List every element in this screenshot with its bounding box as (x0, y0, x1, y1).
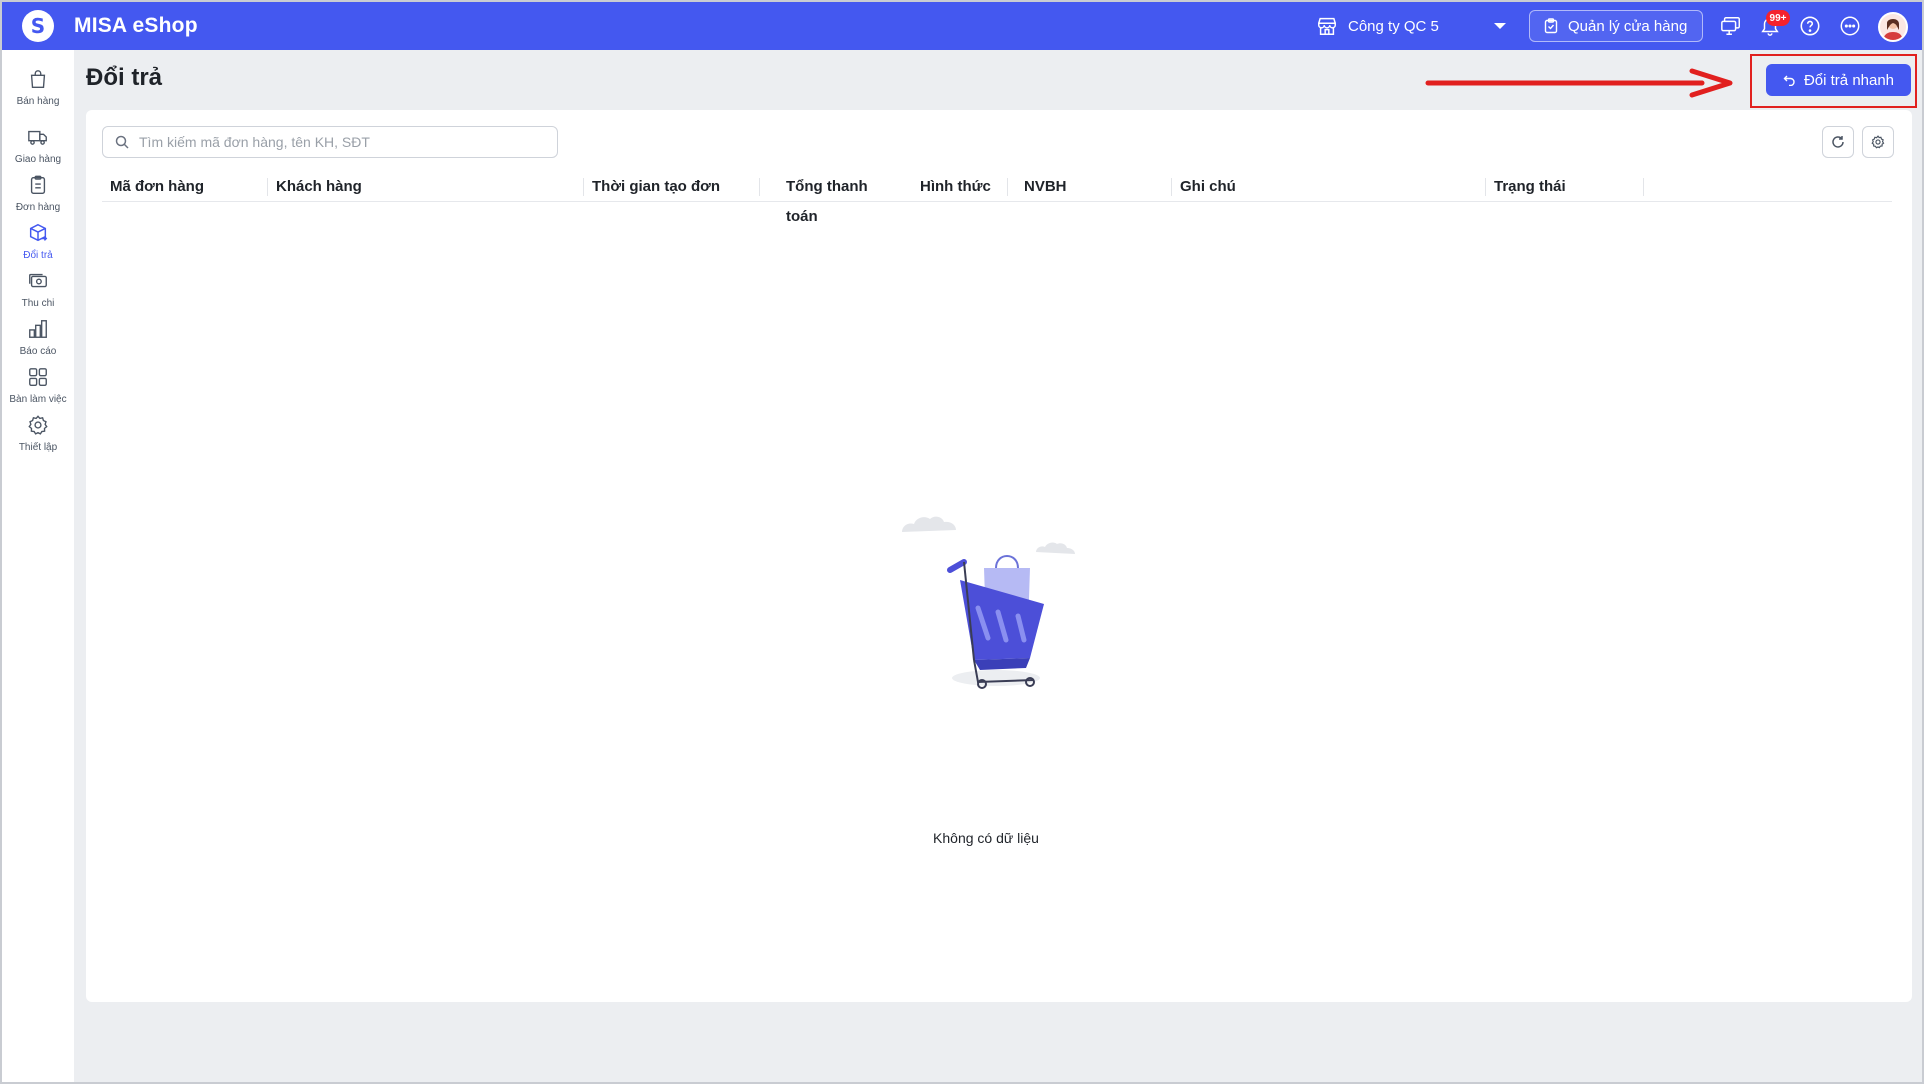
column-header-total-payment[interactable]: Tổng thanh toán (760, 172, 900, 225)
column-header-sales-staff[interactable]: NVBH (1016, 172, 1172, 202)
returns-panel: Mã đơn hàng Khách hàng Thời gian tạo đơn… (86, 110, 1912, 1002)
sidebar-item-label: Bán hàng (16, 96, 60, 107)
help-icon[interactable] (1799, 15, 1821, 37)
cash-icon (29, 273, 47, 288)
app-title: MISA eShop (74, 14, 198, 37)
return-arrow-icon (1783, 75, 1795, 86)
empty-cart-illustration (902, 516, 1075, 689)
store-management-button[interactable]: Quản lý cửa hàng (1529, 10, 1703, 42)
quick-return-label: Đổi trả nhanh (1803, 71, 1895, 89)
shopping-bag-icon (30, 70, 46, 88)
sidebar-item-label: Thiết lập (18, 442, 58, 453)
sidebar-item-returns[interactable]: Đổi trả (2, 220, 74, 272)
page-title: Đổi trả (86, 64, 163, 91)
search-icon (115, 135, 129, 149)
store-name: Công ty QC 5 (1348, 17, 1439, 35)
column-header-created-time[interactable]: Thời gian tạo đơn (584, 172, 760, 202)
empty-state-text: Không có dữ liệu (933, 830, 1039, 846)
clipboard-list-icon (30, 175, 46, 194)
user-avatar[interactable] (1878, 12, 1908, 42)
table-settings-button[interactable] (1862, 126, 1894, 158)
quick-return-button[interactable]: Đổi trả nhanh (1766, 64, 1911, 96)
return-box-icon (29, 223, 48, 242)
sidebar-item-label: Báo cáo (19, 346, 57, 357)
column-header-customer[interactable]: Khách hàng (268, 172, 584, 202)
search-box[interactable] (102, 126, 558, 158)
sidebar-item-sales[interactable]: Bán hàng (2, 66, 74, 118)
column-header-order-code[interactable]: Mã đơn hàng (102, 172, 268, 202)
store-management-label: Quản lý cửa hàng (1568, 17, 1688, 35)
empty-state: Không có dữ liệu (866, 510, 1106, 846)
sidebar-item-label: Bàn làm việc (9, 394, 67, 405)
chevron-down-icon (1494, 23, 1506, 29)
truck-icon (28, 130, 47, 145)
notification-badge: 99+ (1766, 10, 1790, 26)
sidebar-item-settings[interactable]: Thiết lập (2, 412, 74, 464)
annotation-arrow (1425, 68, 1733, 98)
gear-icon (1871, 135, 1885, 149)
top-bar: S MISA eShop Công ty QC 5 Quản lý cửa hà… (2, 2, 1922, 50)
app-logo[interactable]: S (22, 10, 54, 42)
sidebar-item-delivery[interactable]: Giao hàng (2, 124, 74, 176)
sidebar-item-cashflow[interactable]: Thu chi (2, 268, 74, 320)
gear-icon (28, 415, 48, 435)
store-selector[interactable]: Công ty QC 5 (1316, 12, 1506, 40)
grid-icon (29, 368, 47, 386)
search-input[interactable] (139, 134, 539, 150)
sidebar-item-label: Thu chi (21, 298, 55, 309)
monitor-icon[interactable] (1720, 15, 1742, 37)
table-header: Mã đơn hàng Khách hàng Thời gian tạo đơn… (102, 172, 1892, 225)
column-header-method[interactable]: Hình thức (912, 172, 1008, 202)
column-header-status[interactable]: Trạng thái (1486, 172, 1644, 202)
sidebar-item-orders[interactable]: Đơn hàng (2, 172, 74, 224)
sidebar-item-label: Đơn hàng (15, 202, 61, 213)
clipboard-icon (1544, 18, 1558, 34)
refresh-icon (1832, 136, 1844, 148)
sidebar-item-workspace[interactable]: Bàn làm việc (2, 364, 74, 416)
more-icon[interactable] (1839, 15, 1861, 37)
store-icon (1318, 17, 1336, 35)
sidebar-item-label: Giao hàng (14, 154, 62, 165)
bar-chart-icon (29, 320, 47, 338)
column-header-note[interactable]: Ghi chú (1172, 172, 1486, 202)
sidebar: Bán hàng Giao hàng Đơn hàng Đổi trả Thu … (2, 50, 74, 1082)
sidebar-item-label: Đổi trả (23, 250, 53, 261)
refresh-button[interactable] (1822, 126, 1854, 158)
sidebar-item-reports[interactable]: Báo cáo (2, 316, 74, 368)
